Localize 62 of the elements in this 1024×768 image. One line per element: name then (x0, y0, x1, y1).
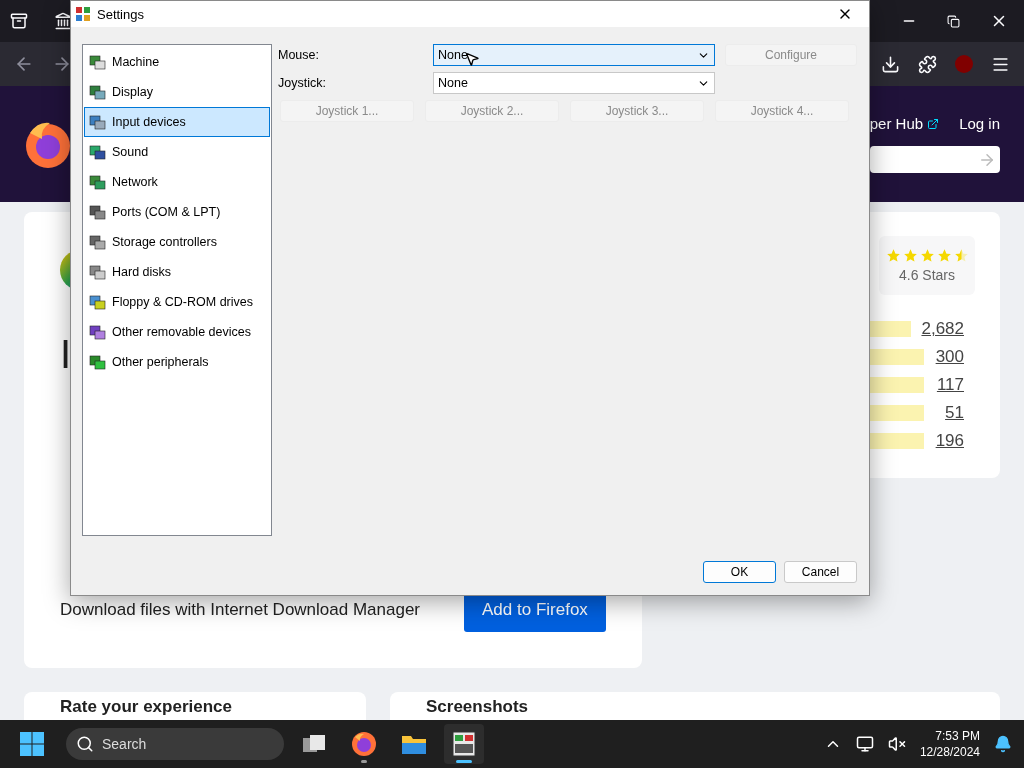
star-icon (902, 248, 918, 263)
star-icon (885, 248, 901, 263)
star-icon (919, 248, 935, 263)
category-item[interactable]: Sound (84, 137, 270, 167)
rating-count[interactable]: 2,682 (921, 319, 964, 339)
taskbar-app[interactable] (444, 724, 484, 764)
category-item[interactable]: Hard disks (84, 257, 270, 287)
rating-count[interactable]: 117 (934, 375, 964, 395)
bell-icon[interactable] (994, 735, 1012, 753)
cancel-button[interactable]: Cancel (784, 561, 857, 583)
login-link[interactable]: Log in (959, 115, 1000, 132)
category-item[interactable]: Other removable devices (84, 317, 270, 347)
monitor-icon[interactable] (855, 735, 874, 753)
description: Download files with Internet Download Manager (60, 600, 421, 620)
device-icon (89, 143, 106, 161)
rating-text: 4.6 Stars (899, 267, 955, 283)
field-label: Joystick: (278, 76, 327, 90)
star-icon (936, 248, 952, 263)
mute-icon[interactable] (887, 735, 906, 753)
device-icon (89, 113, 106, 131)
app-icon (75, 6, 91, 22)
section-title: Screenshots (426, 697, 529, 716)
heading-fragment: I (60, 331, 72, 378)
category-item[interactable]: Storage controllers (84, 227, 270, 257)
window-title: Settings (97, 6, 144, 22)
device-icon (89, 263, 106, 281)
device-icon (89, 323, 106, 341)
folder-icon (401, 733, 427, 755)
device-icon (89, 173, 106, 191)
category-item[interactable]: Network (84, 167, 270, 197)
section-title: Rate your experience (60, 697, 232, 716)
header-link[interactable]: per Hub (869, 115, 940, 132)
category-item[interactable]: Machine (84, 47, 270, 77)
category-item[interactable]: Input devices (84, 107, 270, 137)
download-icon[interactable] (881, 54, 900, 74)
external-link-icon (927, 117, 940, 130)
puzzle-icon[interactable] (918, 54, 937, 74)
app-window-icon (452, 731, 476, 757)
rating-count[interactable]: 196 (934, 431, 964, 451)
joystick-dropdown[interactable]: None (433, 72, 715, 94)
category-item[interactable]: Other peripherals (84, 347, 270, 377)
rating-count[interactable]: 300 (934, 347, 964, 367)
rating-count[interactable]: 51 (934, 403, 964, 423)
clock[interactable]: 7:53 PM 12/28/2024 (919, 727, 980, 761)
device-icon (89, 53, 106, 71)
search-field[interactable]: Search (66, 728, 284, 760)
category-item[interactable]: Floppy & CD-ROM drives (84, 287, 270, 317)
firefox-icon (351, 731, 377, 757)
search-icon (76, 735, 94, 753)
restore-icon[interactable] (947, 14, 960, 28)
field-label: Mouse: (278, 48, 320, 62)
category-item[interactable]: Ports (COM & LPT) (84, 197, 270, 227)
tab-list-icon[interactable] (10, 12, 28, 30)
device-icon (89, 203, 106, 221)
device-icon (89, 233, 106, 251)
category-item[interactable]: Display (84, 77, 270, 107)
device-icon (89, 293, 106, 311)
mouse-dropdown[interactable]: None (433, 44, 715, 66)
device-icon (89, 83, 106, 101)
search-field[interactable] (870, 146, 1000, 173)
device-icon (89, 353, 106, 371)
ok-button[interactable]: OK (703, 561, 776, 583)
